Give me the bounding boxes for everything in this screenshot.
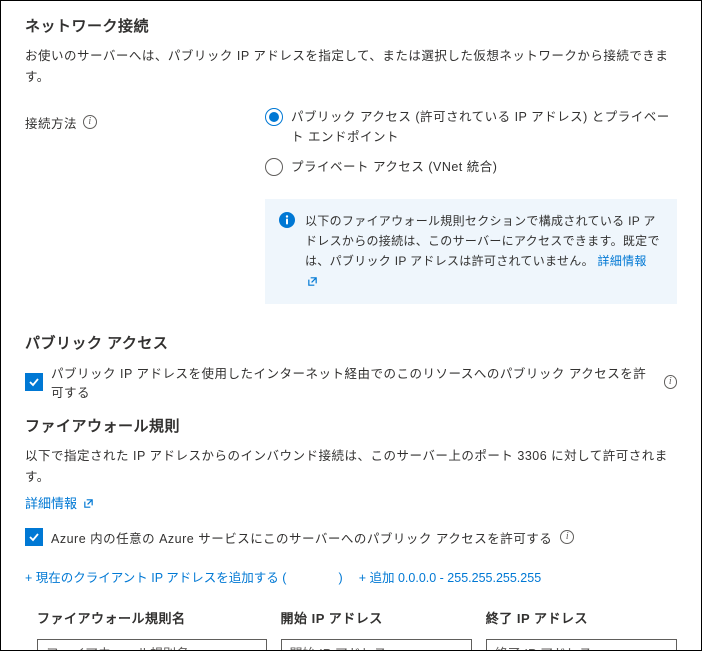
public-access-title: パブリック アクセス — [25, 332, 677, 353]
info-icon[interactable]: i — [83, 115, 97, 129]
radio-public-access[interactable]: パブリック アクセス (許可されている IP アドレス) とプライベート エンド… — [265, 107, 677, 147]
check-icon — [28, 376, 40, 388]
col-header-name: ファイアウォール規則名 — [37, 608, 267, 627]
network-desc: お使いのサーバーへは、パブリック IP アドレスを指定して、または選択した仮想ネ… — [25, 46, 677, 89]
check-icon — [28, 531, 40, 543]
radio-private-label: プライベート アクセス (VNet 統合) — [291, 157, 497, 177]
network-title: ネットワーク接続 — [25, 15, 677, 36]
public-access-checkbox-label: パブリック IP アドレスを使用したインターネット経由でのこのリソースへのパブリ… — [51, 363, 656, 401]
add-range-link[interactable]: + 追加 0.0.0.0 - 255.255.255.255 — [359, 567, 541, 586]
firewall-rule-name-input[interactable] — [37, 639, 267, 651]
info-icon[interactable]: i — [664, 375, 677, 389]
col-header-end: 終了 IP アドレス — [486, 608, 677, 627]
external-link-icon — [307, 276, 318, 287]
public-access-checkbox[interactable] — [25, 373, 43, 391]
firewall-desc: 以下で指定された IP アドレスからのインバウンド接続は、このサーバー上のポート… — [25, 446, 677, 489]
firewall-title: ファイアウォール規則 — [25, 415, 677, 436]
radio-icon — [265, 158, 283, 176]
info-icon — [279, 212, 295, 228]
col-header-start: 開始 IP アドレス — [281, 608, 472, 627]
external-link-icon — [83, 498, 94, 509]
firewall-more-link[interactable]: 詳細情報 — [25, 496, 94, 511]
radio-public-label: パブリック アクセス (許可されている IP アドレス) とプライベート エンド… — [291, 107, 677, 147]
radio-icon-selected — [265, 108, 283, 126]
azure-services-checkbox-label: Azure 内の任意の Azure サービスにこのサーバーへのパブリック アクセ… — [51, 528, 552, 547]
firewall-end-ip-input[interactable] — [486, 639, 677, 651]
connection-method-label: 接続方法 — [25, 113, 77, 132]
info-callout: 以下のファイアウォール規則セクションで構成されている IP アドレスからの接続は… — [265, 199, 677, 305]
radio-private-access[interactable]: プライベート アクセス (VNet 統合) — [265, 157, 677, 177]
firewall-rules-table: ファイアウォール規則名 開始 IP アドレス 終了 IP アドレス — [37, 608, 677, 651]
firewall-start-ip-input[interactable] — [281, 639, 472, 651]
info-icon[interactable]: i — [560, 530, 574, 544]
azure-services-checkbox[interactable] — [25, 528, 43, 546]
add-client-ip-link[interactable]: + 現在のクライアント IP アドレスを追加する ( ) — [25, 567, 343, 586]
